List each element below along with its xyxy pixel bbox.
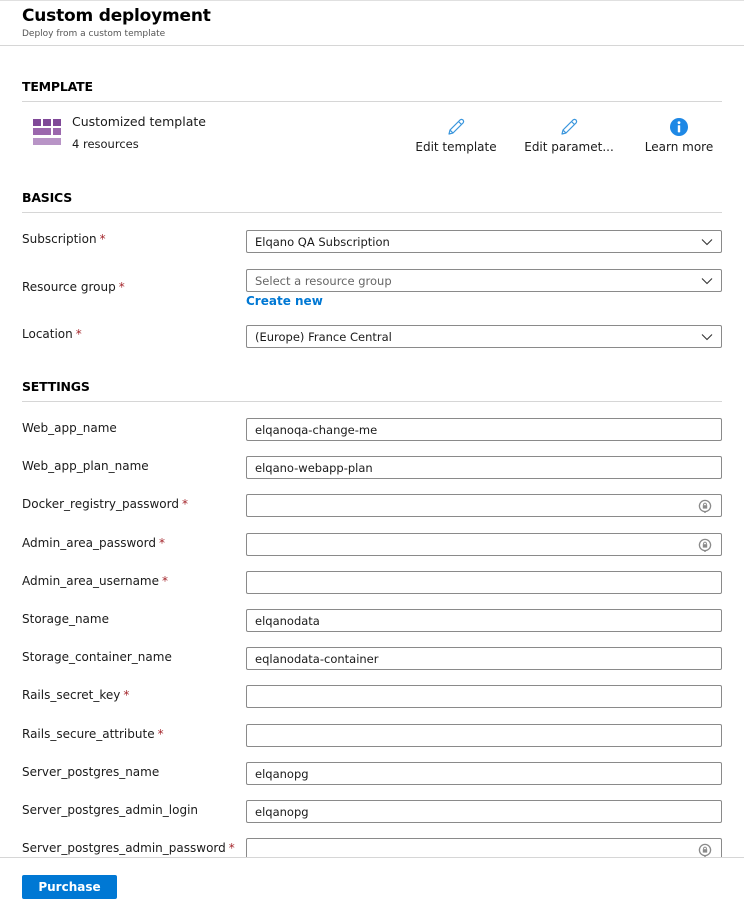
setting-label: Docker_registry_password *	[22, 497, 188, 511]
setting-label: Storage_container_name	[22, 650, 172, 664]
setting-label: Rails_secure_attribute *	[22, 727, 164, 741]
section-divider	[22, 212, 722, 213]
text-input[interactable]	[247, 419, 721, 441]
subscription-select[interactable]	[247, 231, 721, 253]
setting-label: Admin_area_username *	[22, 574, 168, 588]
setting-field[interactable]	[246, 724, 722, 747]
setting-field[interactable]	[246, 838, 722, 857]
section-title-basics: BASICS	[22, 190, 73, 205]
text-input[interactable]	[247, 725, 721, 747]
blade-footer: Purchase	[0, 857, 744, 908]
setting-label: Storage_name	[22, 612, 109, 626]
edit-parameters-button[interactable]: Edit paramet...	[514, 117, 624, 154]
key-vault-lock-icon[interactable]	[698, 538, 712, 552]
setting-field[interactable]	[246, 533, 722, 556]
text-input[interactable]	[247, 610, 721, 632]
setting-label: Admin_area_password *	[22, 536, 165, 550]
template-name: Customized template	[72, 114, 206, 129]
subscription-dropdown[interactable]	[246, 230, 722, 253]
secure-input[interactable]	[247, 534, 721, 556]
subscription-label: Subscription *	[22, 232, 106, 246]
text-input[interactable]	[247, 648, 721, 670]
text-input[interactable]	[247, 801, 721, 823]
setting-field[interactable]	[246, 800, 722, 823]
key-vault-lock-icon[interactable]	[698, 499, 712, 513]
resource-group-select[interactable]	[247, 270, 721, 292]
learn-more-button[interactable]: Learn more	[624, 117, 734, 154]
location-select[interactable]	[247, 326, 721, 348]
text-input[interactable]	[247, 686, 721, 708]
template-resource-count: 4 resources	[72, 137, 139, 151]
template-grid-icon	[33, 119, 61, 145]
setting-label: Rails_secret_key *	[22, 688, 130, 702]
section-title-settings: SETTINGS	[22, 379, 90, 394]
setting-field[interactable]	[246, 609, 722, 632]
edit-template-label: Edit template	[415, 140, 497, 154]
setting-label: Server_postgres_admin_login	[22, 803, 199, 817]
setting-field[interactable]	[246, 571, 722, 594]
pencil-icon	[448, 118, 465, 135]
edit-template-button[interactable]: Edit template	[401, 117, 511, 154]
section-divider	[22, 101, 722, 102]
setting-label: Server_postgres_admin_password *	[22, 841, 235, 855]
blade-header: Custom deployment Deploy from a custom t…	[0, 0, 744, 46]
page-subtitle: Deploy from a custom template	[22, 29, 166, 39]
create-new-resource-group-link[interactable]: Create new	[246, 294, 323, 308]
text-input[interactable]	[247, 763, 721, 785]
setting-field[interactable]	[246, 647, 722, 670]
key-vault-lock-icon[interactable]	[698, 843, 712, 857]
learn-more-label: Learn more	[644, 140, 714, 154]
setting-field[interactable]	[246, 418, 722, 441]
location-label: Location *	[22, 327, 82, 341]
setting-field[interactable]	[246, 762, 722, 785]
page-title: Custom deployment	[22, 6, 211, 26]
info-icon	[670, 118, 688, 136]
resource-group-label: Resource group *	[22, 280, 125, 294]
edit-parameters-label: Edit paramet...	[524, 140, 614, 154]
location-dropdown[interactable]	[246, 325, 722, 348]
secure-input[interactable]	[247, 839, 721, 857]
purchase-button[interactable]: Purchase	[22, 875, 117, 899]
setting-field[interactable]	[246, 456, 722, 479]
secure-input[interactable]	[247, 495, 721, 517]
form-scroll-area[interactable]: TEMPLATE Customized template 4 resources…	[0, 47, 744, 857]
text-input[interactable]	[247, 572, 721, 594]
resource-group-dropdown[interactable]	[246, 269, 722, 292]
section-divider	[22, 401, 722, 402]
setting-label: Web_app_name	[22, 421, 117, 435]
setting-field[interactable]	[246, 685, 722, 708]
setting-field[interactable]	[246, 494, 722, 517]
text-input[interactable]	[247, 457, 721, 479]
setting-label: Server_postgres_name	[22, 765, 160, 779]
section-title-template: TEMPLATE	[22, 79, 93, 94]
setting-label: Web_app_plan_name	[22, 459, 149, 473]
pencil-icon	[561, 118, 578, 135]
